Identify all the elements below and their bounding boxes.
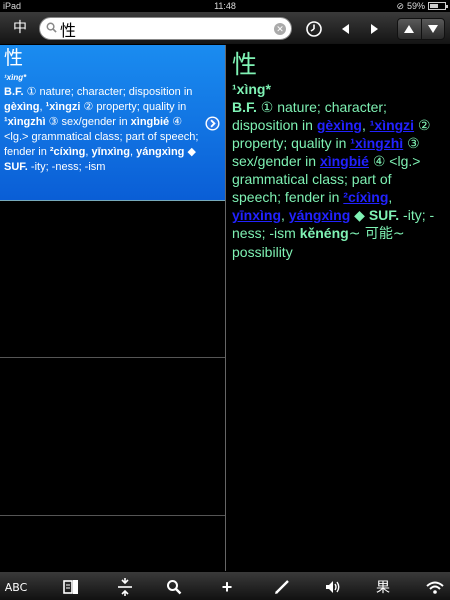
search-input[interactable] — [60, 19, 270, 38]
example-pinyin: kěnéng — [299, 225, 349, 241]
result-list: 性 ¹xìng* B.F. ① nature; character; dispo… — [0, 45, 225, 571]
triangle-left-icon[interactable] — [337, 20, 355, 38]
battery-percent: 59% — [406, 1, 425, 11]
link-cixing[interactable]: ²cíxìng — [343, 189, 388, 205]
radical-button[interactable]: 果 — [372, 577, 394, 597]
audio-button[interactable] — [322, 577, 344, 597]
entry-headword: 性 — [232, 50, 258, 79]
link-yangxing[interactable]: yángxìng — [289, 207, 350, 223]
example-hanzi: ~ 可能~ — [348, 226, 405, 242]
status-bar: iPad 11:48 ⊘ 59% — [0, 0, 450, 12]
handwriting-button[interactable] — [271, 577, 293, 597]
list-item-selected[interactable]: 性 ¹xìng* B.F. ① nature; character; dispo… — [0, 45, 225, 201]
link-xingzi[interactable]: ¹xìngzi — [370, 117, 414, 133]
entry-pinyin: ¹xìng* — [232, 81, 271, 97]
list-item-pinyin: ¹xìng* — [4, 73, 27, 82]
entry-detail-pane: 性 ¹xìng* B.F. ① nature; character; dispo… — [226, 45, 450, 571]
list-item-headword: 性 — [4, 47, 24, 69]
flashcard-button[interactable] — [60, 577, 82, 597]
top-toolbar: 中 ✕ — [0, 12, 450, 45]
flashcard-icon — [63, 580, 78, 594]
list-divider — [0, 515, 225, 516]
clock-time: 11:48 — [214, 1, 236, 11]
wifi-icon — [426, 581, 444, 594]
clear-search-icon[interactable]: ✕ — [274, 23, 286, 35]
example-english: possibility — [232, 244, 293, 260]
scroll-down-button[interactable] — [420, 19, 445, 39]
lock-rotation-icon: ⊘ — [396, 1, 404, 11]
input-mode-button[interactable]: 中 — [6, 17, 34, 40]
abc-keyboard-button[interactable]: ABC — [5, 577, 28, 597]
entry-definition: B.F. ① nature; character; disposition in… — [232, 99, 435, 260]
link-yinxing[interactable]: yīnxìng — [232, 207, 281, 223]
wifi-button[interactable] — [424, 577, 446, 597]
link-xingzhi[interactable]: ¹xìngzhì — [350, 135, 403, 151]
split-view-button[interactable] — [114, 577, 136, 597]
link-xingbie[interactable]: xìngbié — [320, 153, 369, 169]
speaker-icon — [326, 581, 340, 593]
split-arrows-icon — [118, 578, 132, 596]
search-bar: ✕ — [39, 17, 292, 40]
battery-fill — [430, 4, 439, 8]
link-gexing[interactable]: gèxìng — [317, 117, 362, 133]
search-icon — [167, 580, 182, 595]
status-right: ⊘ 59% — [396, 0, 448, 12]
triangle-up-icon — [404, 25, 415, 33]
pen-icon — [275, 580, 289, 594]
search-icon — [46, 22, 57, 33]
bottom-toolbar: ABC + 果 — [0, 571, 450, 600]
scroll-up-button[interactable] — [398, 19, 421, 39]
search-button[interactable] — [163, 577, 185, 597]
triangle-right-icon[interactable] — [365, 20, 383, 38]
list-divider — [0, 357, 225, 358]
up-down-segmented-control — [397, 18, 445, 40]
list-item-definition: B.F. ① nature; character; disposition in… — [4, 86, 199, 173]
battery-icon — [428, 2, 448, 10]
triangle-down-icon — [427, 25, 438, 33]
chevron-right-icon[interactable] — [205, 116, 220, 131]
clock-icon[interactable] — [305, 20, 323, 38]
add-button[interactable]: + — [216, 577, 238, 597]
